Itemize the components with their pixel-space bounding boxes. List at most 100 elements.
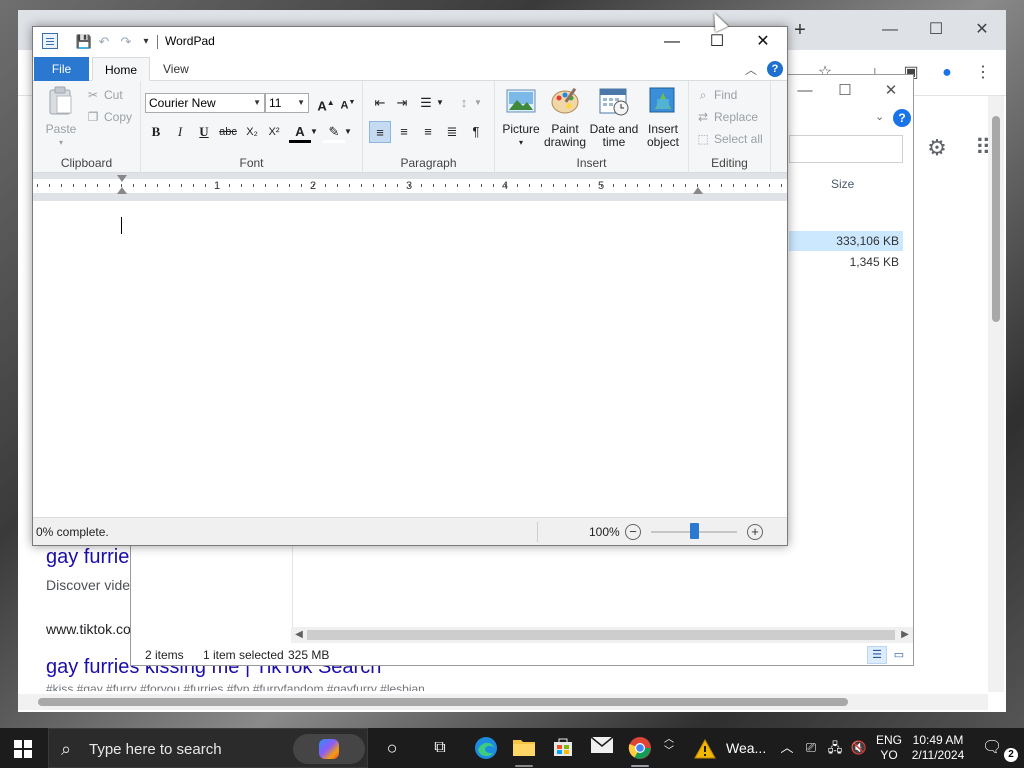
file-row[interactable]: 1,345 KB <box>789 252 903 272</box>
page-vertical-scrollbar[interactable] <box>988 96 1004 692</box>
chevron-down-icon[interactable]: ▼ <box>309 121 319 143</box>
cortana-icon[interactable]: ○ <box>380 736 404 760</box>
microsoft-store-icon[interactable] <box>551 736 575 760</box>
windows-start-button[interactable] <box>14 740 32 758</box>
find-button[interactable]: ⌕ Find <box>695 85 738 105</box>
insert-picture-button[interactable]: Picture ▾ <box>499 85 543 149</box>
tab-view[interactable]: View <box>151 57 201 81</box>
shrink-font-button[interactable]: A▼ <box>337 92 359 114</box>
right-indent-marker[interactable] <box>693 187 703 194</box>
explorer-close-button[interactable]: ✕ <box>881 81 901 101</box>
chrome-minimize-button[interactable]: — <box>880 20 900 40</box>
maximize-button[interactable]: ☐ <box>705 31 729 53</box>
insert-object-button[interactable]: Insert object <box>641 85 685 149</box>
large-icons-view-button[interactable]: ▭ <box>889 646 909 664</box>
scroll-left-icon[interactable]: ◀ <box>291 627 307 643</box>
search-result-url[interactable]: www.tiktok.co <box>46 621 131 637</box>
help-icon[interactable]: ? <box>767 61 783 77</box>
customize-qat-icon[interactable]: ▾ <box>137 33 155 51</box>
explorer-minimize-button[interactable]: — <box>795 81 815 101</box>
undo-icon[interactable]: ↶ <box>95 33 113 51</box>
grow-font-button[interactable]: A▲ <box>315 92 337 114</box>
scrollbar-thumb[interactable] <box>307 630 895 640</box>
justify-icon[interactable]: ≣ <box>441 121 463 143</box>
highlight-icon[interactable]: ✎ <box>323 121 345 143</box>
zoom-slider-thumb[interactable] <box>690 523 699 539</box>
page-horizontal-scrollbar[interactable] <box>18 694 988 710</box>
align-center-icon[interactable]: ≡ <box>393 121 415 143</box>
settings-gear-icon[interactable]: ⚙ <box>924 135 950 161</box>
show-hidden-icons-icon[interactable]: ︿ <box>778 738 796 758</box>
file-explorer-icon[interactable] <box>512 736 536 767</box>
new-tab-button[interactable]: + <box>790 20 810 40</box>
underline-button[interactable]: U <box>193 121 215 143</box>
meet-now-icon[interactable]: ⎚ <box>802 738 820 758</box>
clock[interactable]: 10:49 AM 2/11/2024 <box>908 733 968 763</box>
date-time-button[interactable]: Date and time <box>589 85 639 149</box>
minimize-button[interactable]: — <box>660 31 684 53</box>
chrome-icon[interactable] <box>628 736 652 767</box>
increase-indent-icon[interactable]: ⇥ <box>391 92 413 114</box>
network-icon[interactable]: 🖧 <box>826 738 844 758</box>
explorer-maximize-button[interactable]: ☐ <box>835 81 855 101</box>
bold-button[interactable]: B <box>145 121 167 143</box>
save-icon[interactable]: 💾 <box>75 33 93 51</box>
profile-icon[interactable]: ● <box>936 62 958 84</box>
paste-button[interactable]: Paste ▾ <box>41 85 81 149</box>
wordpad-app-icon[interactable] <box>42 33 58 49</box>
wordpad-title-bar[interactable]: 💾 ↶ ↷ ▾ WordPad — ☐ ✕ <box>33 27 787 57</box>
chrome-maximize-button[interactable]: ☐ <box>926 20 946 40</box>
paragraph-settings-icon[interactable]: ¶ <box>465 121 487 143</box>
explorer-search-input[interactable] <box>789 135 903 163</box>
tab-file[interactable]: File <box>34 57 89 81</box>
chevron-down-icon[interactable]: ▼ <box>343 121 353 143</box>
font-size-select[interactable]: 11 ▼ <box>265 93 309 113</box>
chevron-down-icon[interactable]: ⌄ <box>875 109 889 125</box>
explorer-horizontal-scrollbar[interactable]: ◀ ▶ <box>291 627 913 643</box>
zoom-in-icon[interactable]: + <box>747 524 763 540</box>
font-family-select[interactable]: Courier New ▼ <box>145 93 265 113</box>
menu-dots-icon[interactable]: ⋮ <box>972 62 994 84</box>
task-view-icon[interactable]: ⧉ <box>428 736 452 760</box>
taskbar-scroll-icon[interactable]: ︿ ﹀ <box>662 734 676 758</box>
replace-button[interactable]: ⇄ Replace <box>695 107 758 127</box>
volume-muted-icon[interactable]: 🔇 <box>850 738 868 758</box>
subscript-button[interactable]: X₂ <box>241 121 263 143</box>
collapse-ribbon-icon[interactable]: ︿ <box>745 61 757 78</box>
chrome-close-button[interactable]: ✕ <box>972 20 992 40</box>
select-all-button[interactable]: ⬚ Select all <box>695 129 762 149</box>
ruler[interactable]: 1 2 3 4 5 <box>33 173 787 201</box>
line-spacing-icon[interactable]: ↕ <box>453 92 475 114</box>
file-row[interactable]: 333,106 KB <box>789 231 903 251</box>
weather-widget[interactable]: Wea... <box>690 738 770 760</box>
help-icon[interactable]: ? <box>893 109 911 127</box>
chevron-down-icon[interactable]: ▼ <box>473 92 483 114</box>
details-view-button[interactable]: ☰ <box>867 646 887 664</box>
input-language[interactable]: ENG YO <box>874 733 904 763</box>
column-header-size[interactable]: Size <box>789 171 907 197</box>
align-right-icon[interactable]: ≡ <box>417 121 439 143</box>
scrollbar-thumb[interactable] <box>38 698 848 706</box>
copilot-icon[interactable] <box>293 734 365 764</box>
copy-button[interactable]: ❐ Copy <box>85 107 132 127</box>
edge-icon[interactable] <box>474 736 498 760</box>
scrollbar-thumb[interactable] <box>992 116 1000 322</box>
paint-drawing-button[interactable]: Paint drawing <box>543 85 587 149</box>
bullets-icon[interactable]: ☰ <box>415 92 437 114</box>
tab-home[interactable]: Home <box>92 57 151 81</box>
strikethrough-button[interactable]: abc <box>217 121 239 143</box>
chevron-down-icon[interactable]: ▼ <box>435 92 445 114</box>
close-button[interactable]: ✕ <box>751 31 775 53</box>
redo-icon[interactable]: ↷ <box>117 33 135 51</box>
zoom-out-icon[interactable]: − <box>625 524 641 540</box>
text-color-button[interactable]: A <box>289 121 311 143</box>
first-line-indent-marker[interactable] <box>117 175 127 182</box>
search-result-title[interactable]: gay furrie <box>46 546 131 569</box>
taskbar-search-box[interactable]: ⌕ Type here to search <box>48 728 368 768</box>
cut-button[interactable]: ✂ Cut <box>85 85 123 105</box>
italic-button[interactable]: I <box>169 121 191 143</box>
superscript-button[interactable]: X² <box>263 121 285 143</box>
left-indent-marker[interactable] <box>117 187 127 194</box>
mail-icon[interactable] <box>590 736 614 760</box>
scroll-right-icon[interactable]: ▶ <box>897 627 913 643</box>
